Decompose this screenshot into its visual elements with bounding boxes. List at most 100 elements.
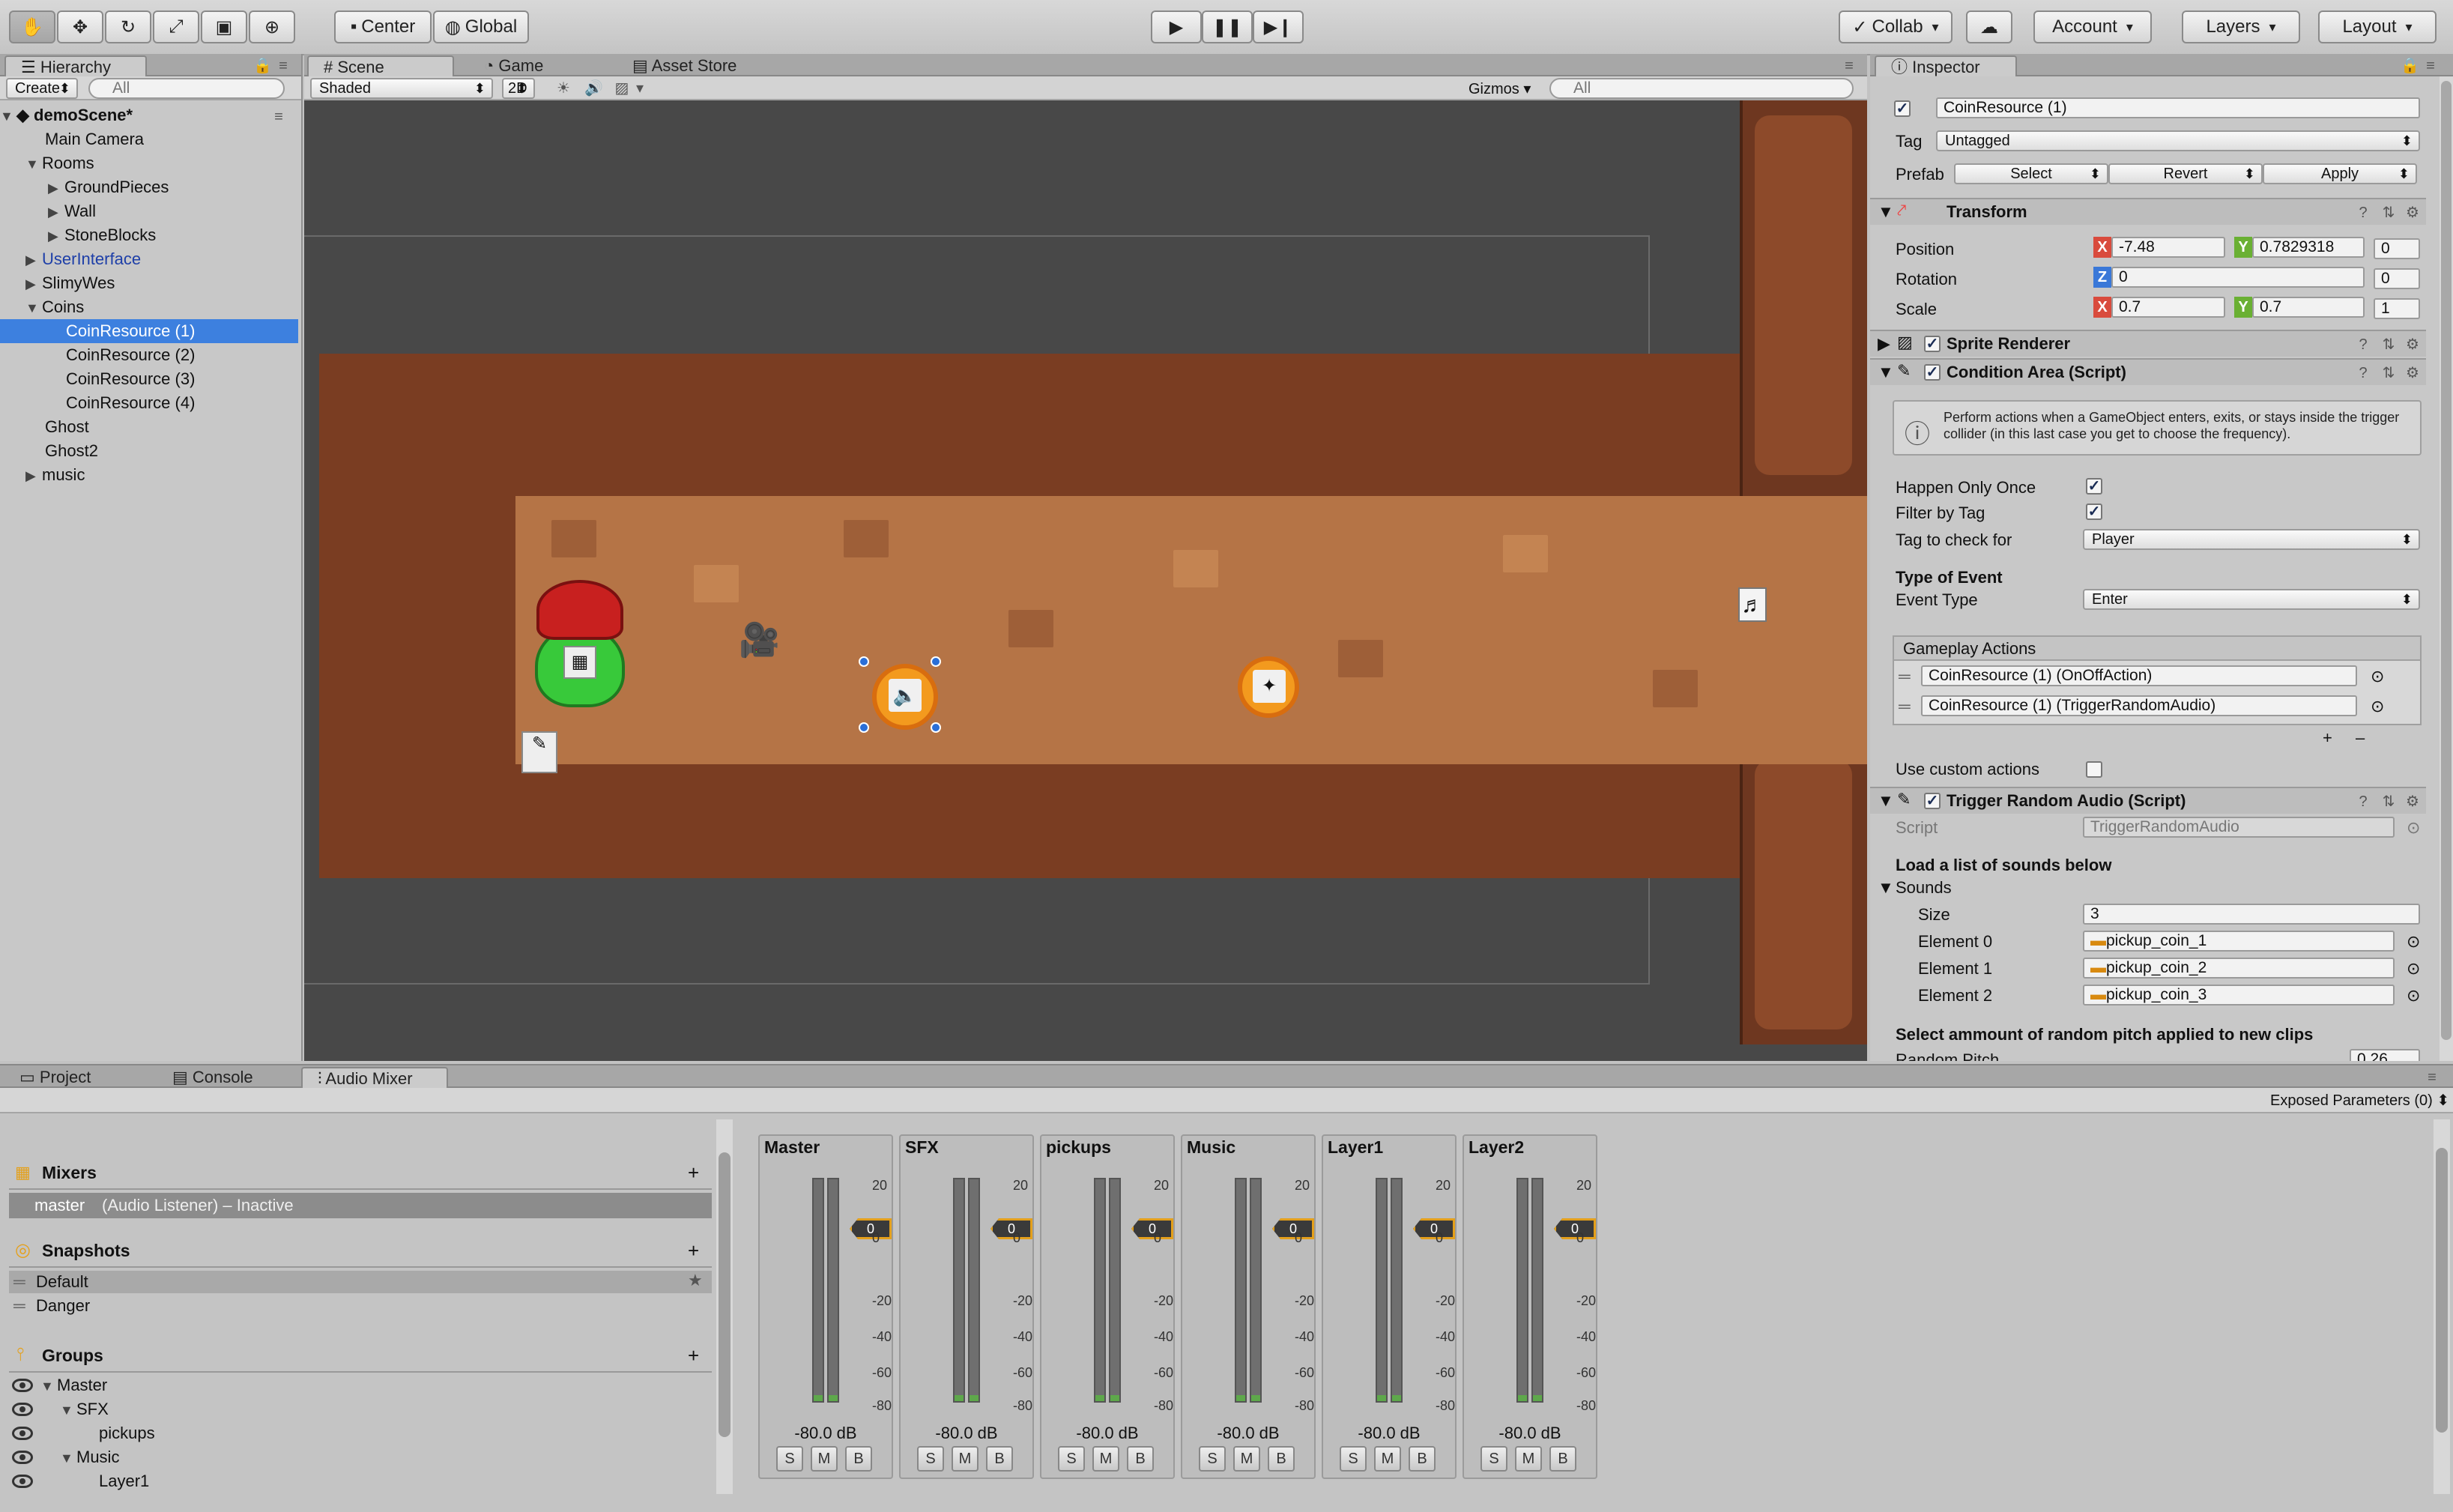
eye-icon[interactable] — [12, 1475, 33, 1488]
position-x-field[interactable] — [2111, 237, 2225, 258]
volume-handle[interactable]: 0 — [850, 1218, 892, 1239]
hand-tool-icon[interactable]: ✋ — [9, 10, 55, 43]
hierarchy-item-stoneblocks[interactable]: ▶ StoneBlocks — [0, 223, 298, 247]
shading-mode-dropdown[interactable]: Shaded — [310, 78, 493, 99]
exposed-parameters-dropdown[interactable]: Exposed Parameters (0) ⬍ — [2270, 1091, 2449, 1110]
prefab-apply-button[interactable]: Apply — [2263, 163, 2417, 184]
collapse-arrow-icon[interactable]: ▼ — [60, 1403, 76, 1418]
scale-extra-field[interactable] — [2374, 298, 2420, 319]
object-active-checkbox[interactable]: ✓ — [1894, 100, 1911, 117]
panel-menu-icon[interactable]: ≡ — [2422, 57, 2440, 75]
rect-handle[interactable] — [859, 656, 869, 667]
rotate-tool-icon[interactable]: ↻ — [105, 10, 151, 43]
sidebar-scroll-thumb[interactable] — [719, 1152, 731, 1437]
rect-tool-icon[interactable]: ▣ — [201, 10, 247, 43]
collapse-arrow-icon[interactable]: ▼ — [60, 1451, 76, 1466]
play-button[interactable]: ▶ — [1151, 10, 1202, 43]
expand-arrow-icon[interactable]: ▶ — [48, 200, 64, 224]
tag-check-dropdown[interactable]: Player — [2083, 529, 2420, 550]
solo-button[interactable]: S — [1058, 1446, 1085, 1472]
create-dropdown[interactable]: Create — [6, 78, 78, 99]
panel-menu-icon[interactable]: ≡ — [2423, 1068, 2441, 1086]
preset-icon[interactable]: ⇅ — [2380, 204, 2398, 222]
group-item-music[interactable]: ▼ Music — [60, 1448, 119, 1467]
drag-handle-icon[interactable]: ═ — [1899, 667, 1911, 686]
scene-viewport[interactable]: ▦ ✎ 🎥 🔈 ✦ ♬ — [304, 100, 1867, 1061]
pause-button[interactable]: ❚❚ — [1202, 10, 1253, 43]
help-icon[interactable]: ? — [2354, 336, 2372, 354]
mute-button[interactable]: M — [1233, 1446, 1260, 1472]
object-picker-icon[interactable]: ⊙ — [2371, 667, 2384, 686]
preset-icon[interactable]: ⇅ — [2380, 364, 2398, 382]
expand-arrow-icon[interactable]: ▶ — [48, 176, 64, 200]
tag-dropdown[interactable]: Untagged — [1936, 130, 2420, 151]
collapse-arrow-icon[interactable]: ▼ — [0, 104, 16, 128]
mute-button[interactable]: M — [1374, 1446, 1401, 1472]
use-custom-actions-checkbox[interactable] — [2086, 761, 2102, 778]
collab-button[interactable]: ✓ Collab — [1839, 10, 1953, 43]
solo-button[interactable]: S — [1480, 1446, 1507, 1472]
eye-icon[interactable] — [12, 1403, 33, 1416]
object-picker-icon[interactable]: ⊙ — [2407, 986, 2420, 1006]
help-icon[interactable]: ? — [2354, 793, 2372, 811]
action-field-1[interactable]: CoinResource (1) (OnOffAction) — [1921, 665, 2357, 686]
step-button[interactable]: ▶❙ — [1253, 10, 1304, 43]
panel-menu-icon[interactable]: ≡ — [1840, 57, 1858, 75]
collapse-arrow-icon[interactable]: ▼ — [25, 296, 42, 320]
solo-button[interactable]: S — [1340, 1446, 1367, 1472]
tab-hierarchy[interactable]: ☰ Hierarchy — [4, 55, 147, 76]
tab-project[interactable]: ▭ Project — [4, 1067, 151, 1088]
remove-action-button[interactable]: – — [2356, 728, 2365, 748]
collapse-arrow-icon[interactable]: ▼ — [1878, 363, 1894, 382]
hierarchy-item-wall[interactable]: ▶ Wall — [0, 199, 298, 223]
mixer-item-master[interactable]: master (Audio Listener) – Inactive — [9, 1193, 712, 1218]
hierarchy-item-main-camera[interactable]: Main Camera — [0, 127, 298, 151]
tab-asset-store[interactable]: ▤ Asset Store — [617, 55, 782, 76]
element2-field[interactable]: ▬pickup_coin_3 — [2083, 985, 2395, 1006]
volume-handle[interactable]: 0 — [1554, 1218, 1596, 1239]
toggle-2d-button[interactable]: 2D — [502, 78, 535, 99]
bypass-button[interactable]: B — [1409, 1446, 1436, 1472]
gear-icon[interactable]: ⚙ — [2404, 364, 2422, 382]
lock-icon[interactable]: 🔒 — [2401, 57, 2419, 75]
star-icon[interactable]: ★ — [688, 1271, 703, 1290]
expand-arrow-icon[interactable]: ▶ — [1878, 334, 1890, 354]
pivot-center-button[interactable]: ▪ Center — [334, 10, 432, 43]
action-field-2[interactable]: CoinResource (1) (TriggerRandomAudio) — [1921, 695, 2357, 716]
add-group-button[interactable]: + — [688, 1344, 699, 1367]
mute-button[interactable]: M — [1515, 1446, 1542, 1472]
expand-arrow-icon[interactable]: ▶ — [48, 224, 64, 248]
prefab-select-button[interactable]: Select — [1954, 163, 2108, 184]
prefab-revert-button[interactable]: Revert — [2108, 163, 2263, 184]
volume-handle[interactable]: 0 — [1413, 1218, 1455, 1239]
drag-handle-icon[interactable]: ═ — [1899, 697, 1911, 716]
scene-root[interactable]: ▼ ◆ demoScene* — [0, 103, 298, 127]
element1-field[interactable]: ▬pickup_coin_2 — [2083, 958, 2395, 979]
preset-icon[interactable]: ⇅ — [2380, 336, 2398, 354]
sprite-renderer-header[interactable]: ▶ ▨ ✓ Sprite Renderer ? ⇅ ⚙ — [1870, 330, 2426, 357]
collapse-arrow-icon[interactable]: ▼ — [40, 1379, 57, 1394]
sounds-label[interactable]: Sounds — [1896, 878, 1952, 898]
collapse-arrow-icon[interactable]: ▼ — [1878, 878, 1894, 898]
preset-icon[interactable]: ⇅ — [2380, 793, 2398, 811]
hierarchy-item-music[interactable]: ▶ music — [0, 463, 298, 487]
hierarchy-item-coins[interactable]: ▼ Coins — [0, 295, 298, 319]
scale-x-field[interactable] — [2111, 297, 2225, 318]
scale-y-field[interactable] — [2252, 297, 2365, 318]
transform-tool-icon[interactable]: ⊕ — [249, 10, 295, 43]
tab-console[interactable]: ▤ Console — [157, 1067, 300, 1088]
solo-button[interactable]: S — [1199, 1446, 1226, 1472]
panel-menu-icon[interactable]: ≡ — [274, 57, 292, 75]
filter-by-tag-checkbox[interactable]: ✓ — [2086, 504, 2102, 520]
happen-once-checkbox[interactable]: ✓ — [2086, 478, 2102, 495]
position-z-field[interactable] — [2374, 238, 2420, 259]
group-item-sfx[interactable]: ▼ SFX — [60, 1400, 109, 1419]
solo-button[interactable]: S — [776, 1446, 803, 1472]
strips-scroll-thumb[interactable] — [2436, 1148, 2448, 1433]
volume-handle[interactable]: 0 — [1272, 1218, 1314, 1239]
trigger-audio-enabled-checkbox[interactable]: ✓ — [1924, 793, 1941, 809]
eye-icon[interactable] — [12, 1379, 33, 1392]
sprite-renderer-enabled-checkbox[interactable]: ✓ — [1924, 336, 1941, 352]
light-icon[interactable]: ☀ — [554, 79, 572, 97]
pivot-global-button[interactable]: ◍ Global — [433, 10, 529, 43]
